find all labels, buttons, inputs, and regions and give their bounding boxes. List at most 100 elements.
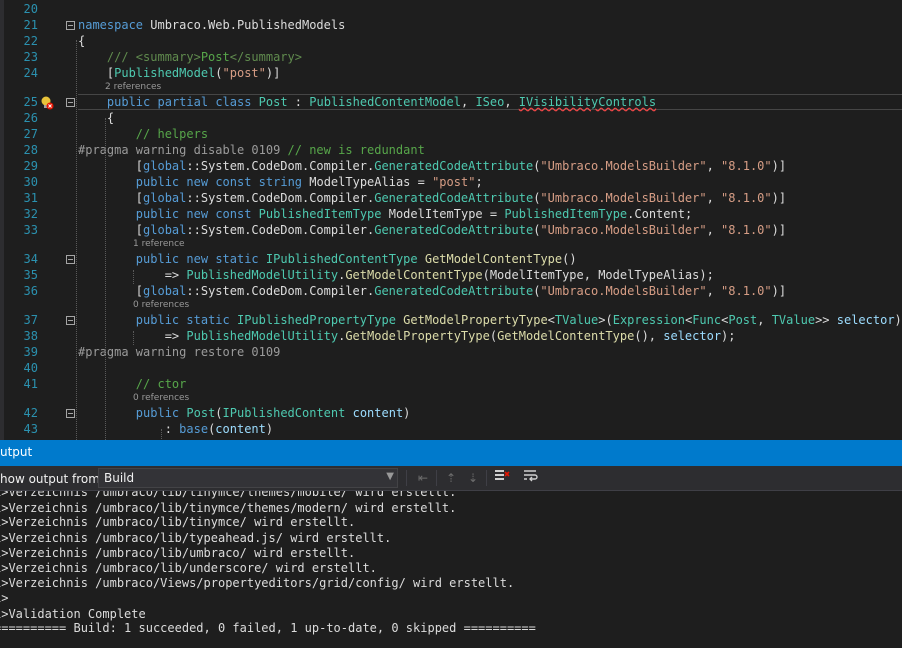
- codelens-references[interactable]: 0 references: [133, 392, 189, 404]
- code-text: #pragma warning disable 0109 // new is r…: [78, 143, 425, 157]
- code-text: public new const string ModelTypeAlias =…: [135, 175, 483, 189]
- output-line: 1>Verzeichnis /umbraco/lib/tinymce/theme…: [0, 491, 457, 499]
- line-number: 21: [23, 18, 38, 32]
- collapse-icon[interactable]: [66, 409, 75, 418]
- toolbar-separator: [486, 470, 487, 486]
- line-number: 42: [23, 406, 38, 420]
- line-number: 32: [23, 207, 38, 221]
- code-line[interactable]: 40: [0, 360, 902, 376]
- indent-guide: [105, 118, 106, 440]
- line-number: 40: [23, 361, 38, 375]
- code-line[interactable]: 35 => PublishedModelUtility.GetModelCont…: [0, 267, 902, 283]
- code-text: public Post(IPublishedContent content): [135, 406, 411, 420]
- code-line[interactable]: 23 /// <summary>Post</summary>: [0, 49, 902, 65]
- code-line[interactable]: 38 => PublishedModelUtility.GetModelProp…: [0, 328, 902, 344]
- line-number: 34: [23, 252, 38, 266]
- output-line: 1>Verzeichnis /umbraco/lib/tinymce/ wird…: [0, 515, 356, 529]
- code-text: => PublishedModelUtility.GetModelPropert…: [78, 329, 736, 343]
- code-line[interactable]: 32 public new const PublishedItemType Mo…: [0, 206, 902, 222]
- code-text: /// <summary>Post</summary>: [106, 50, 302, 64]
- codelens-references[interactable]: 0 references: [133, 299, 189, 311]
- code-text: public new const PublishedItemType Model…: [135, 207, 693, 221]
- line-number: 23: [23, 50, 38, 64]
- code-text: [PublishedModel("post")]: [78, 66, 281, 80]
- code-line[interactable]: 30 public new const string ModelTypeAlia…: [0, 174, 902, 190]
- code-line[interactable]: 20: [0, 1, 902, 17]
- code-text: [global::System.CodeDom.Compiler.Generat…: [78, 159, 787, 173]
- code-line[interactable]: 25 public partial class Post : Published…: [0, 94, 902, 110]
- code-line[interactable]: 27 // helpers: [0, 126, 902, 142]
- previous-message-icon[interactable]: ⇡: [442, 469, 460, 487]
- line-number: 36: [23, 284, 38, 298]
- toolbar-separator: [436, 470, 437, 486]
- output-line: 1>Verzeichnis /umbraco/Views/propertyedi…: [0, 576, 515, 590]
- output-toolbar: how output from: Build ▼ ⇤ ⇡ ⇣: [0, 466, 902, 491]
- line-number: 26: [23, 111, 38, 125]
- code-line[interactable]: 36 [global::System.CodeDom.Compiler.Gene…: [0, 283, 902, 299]
- code-text: => PublishedModelUtility.GetModelContent…: [78, 268, 714, 282]
- line-number: 31: [23, 191, 38, 205]
- output-title-bar[interactable]: utput: [0, 440, 902, 466]
- line-number: 33: [23, 223, 38, 237]
- code-line[interactable]: 28 #pragma warning disable 0109 // new is…: [0, 142, 902, 158]
- lightbulb-error-icon[interactable]: [40, 95, 54, 110]
- line-number: 37: [23, 313, 38, 327]
- output-panel: utput how output from: Build ▼ ⇤ ⇡ ⇣ 1>V…: [0, 440, 902, 648]
- code-line[interactable]: 22 {: [0, 33, 902, 49]
- chevron-down-icon[interactable]: ▼: [386, 471, 394, 482]
- line-number: 25: [23, 95, 38, 109]
- code-line[interactable]: 43 : base(content): [0, 421, 902, 437]
- code-text: public partial class Post : PublishedCon…: [106, 95, 657, 109]
- line-number: 35: [23, 268, 38, 282]
- code-text: [global::System.CodeDom.Compiler.Generat…: [78, 223, 787, 237]
- code-text: {: [78, 34, 86, 48]
- output-title: utput: [0, 445, 33, 459]
- collapse-icon[interactable]: [66, 98, 75, 107]
- code-line[interactable]: 34 public new static IPublishedContentTy…: [0, 251, 902, 267]
- line-number: 22: [23, 34, 38, 48]
- code-line[interactable]: 41 // ctor: [0, 376, 902, 392]
- code-line[interactable]: 31 [global::System.CodeDom.Compiler.Gene…: [0, 190, 902, 206]
- code-line[interactable]: 26 {: [0, 110, 902, 126]
- output-line: ========== Build: 1 succeeded, 0 failed,…: [0, 621, 536, 635]
- code-editor[interactable]: 20 21 namespace Umbraco.Web.PublishedModel…: [0, 0, 902, 440]
- toolbar-separator: [406, 470, 407, 486]
- code-line[interactable]: 29 [global::System.CodeDom.Compiler.Gene…: [0, 158, 902, 174]
- code-text: // helpers: [135, 127, 209, 141]
- collapse-icon[interactable]: [66, 255, 75, 264]
- codelens-references[interactable]: 2 references: [105, 81, 161, 93]
- line-number: 24: [23, 66, 38, 80]
- code-text: {: [78, 111, 115, 125]
- collapse-icon[interactable]: [66, 316, 75, 325]
- code-text: // ctor: [135, 377, 187, 391]
- line-number: 41: [23, 377, 38, 391]
- collapse-icon[interactable]: [66, 21, 75, 30]
- output-line: 1>Validation Complete: [0, 607, 146, 621]
- code-text: : base(content): [78, 422, 274, 436]
- output-source-select[interactable]: Build ▼: [98, 468, 398, 488]
- find-message-in-code-icon[interactable]: ⇤: [414, 469, 432, 487]
- line-number: 43: [23, 422, 38, 436]
- code-line[interactable]: 37 public static IPublishedPropertyType …: [0, 312, 902, 328]
- code-line[interactable]: 24 [PublishedModel("post")]: [0, 65, 902, 81]
- indent-guide: [76, 40, 77, 440]
- code-text: public new static IPublishedContentType …: [135, 252, 577, 266]
- code-line[interactable]: 21 namespace Umbraco.Web.PublishedModels: [0, 17, 902, 33]
- output-source-value: Build: [104, 471, 135, 485]
- code-line[interactable]: 39 #pragma warning restore 0109: [0, 344, 902, 360]
- code-text: namespace Umbraco.Web.PublishedModels: [78, 18, 346, 32]
- code-line[interactable]: 33 [global::System.CodeDom.Compiler.Gene…: [0, 222, 902, 238]
- indent-guide: [133, 331, 134, 345]
- code-text: [global::System.CodeDom.Compiler.Generat…: [78, 191, 787, 205]
- code-text: [global::System.CodeDom.Compiler.Generat…: [78, 284, 787, 298]
- indent-guide: [161, 429, 162, 440]
- output-line: 1>Verzeichnis /umbraco/lib/tinymce/theme…: [0, 501, 457, 515]
- line-number: 20: [23, 2, 38, 16]
- output-text[interactable]: 1>Verzeichnis /umbraco/lib/tinymce/theme…: [0, 491, 902, 648]
- code-line[interactable]: 42 public Post(IPublishedContent content…: [0, 405, 902, 421]
- clear-all-icon[interactable]: [493, 469, 511, 487]
- toggle-word-wrap-icon[interactable]: [522, 469, 540, 487]
- codelens-references[interactable]: 1 reference: [133, 238, 185, 250]
- next-message-icon[interactable]: ⇣: [464, 469, 482, 487]
- output-line: 1>: [0, 591, 9, 605]
